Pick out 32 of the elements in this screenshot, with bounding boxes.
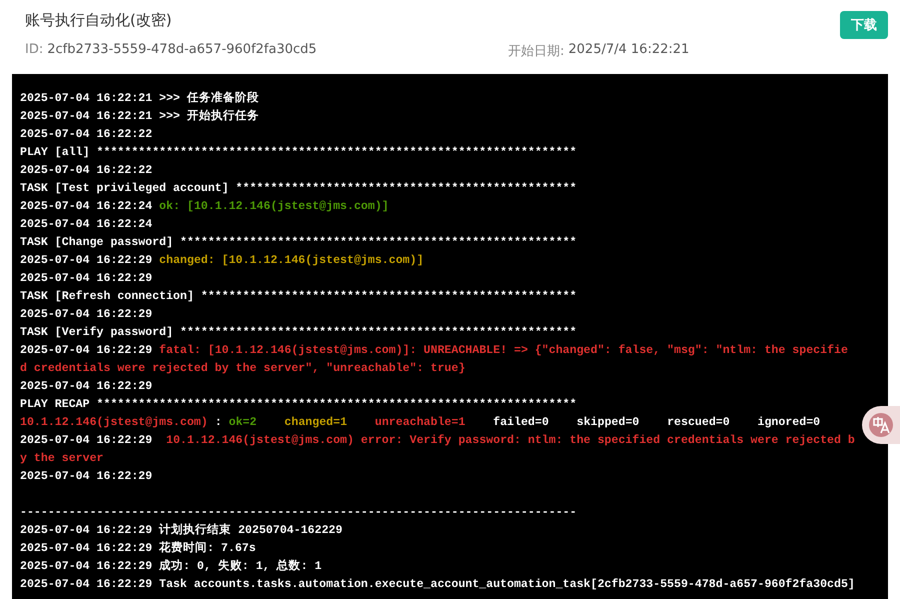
log-line: 2025-07-04 16:22:21 >>> 任务准备阶段 (20, 90, 260, 107)
log-line: 2025-07-04 16:22:29 (20, 271, 154, 287)
field-value: 2025/7/4 16:22:21 (568, 42, 690, 59)
log-line: 2025-07-04 16:22:29 计划执行结束 20250704-162229 (20, 522, 344, 539)
log-line: 10.1.12.146(jstest@jms.com) : ok=2 changed=1 unreachable=1 failed=0 skipped=0 rescued=0 ignored=0 (20, 415, 822, 431)
log-line: 2025-07-04 16:22:29 (20, 469, 154, 485)
log-line: 2025-07-04 16:22:21 >>> 开始执行任务 (20, 108, 260, 125)
log-line: PLAY [all] ********************************************************************* (20, 145, 578, 161)
log-line: 2025-07-04 16:22:24 ok: [10.1.12.146(jstest@jms.com)] (20, 199, 390, 215)
translate-icon[interactable] (862, 406, 900, 444)
log-line: 2025-07-04 16:22:29 Task accounts.tasks.automation.execute_account_automation_task[2cfb2733-5559-478d-a657-960f2fa30cd5] (20, 577, 855, 593)
log-line: 2025-07-04 16:22:22 (20, 163, 154, 179)
field-label: 开始日期: (508, 43, 564, 60)
field-value: 2cfb2733-5559-478d-a657-960f2fa30cd5 (47, 42, 317, 59)
log-line: 2025-07-04 16:22:24 (20, 217, 154, 233)
download-button[interactable]: 下载 (840, 11, 888, 39)
log-line: 2025-07-04 16:22:29 成功: 0, 失败: 1, 总数: 1 (20, 558, 323, 575)
log-line: 2025-07-04 16:22:29 (20, 379, 154, 395)
log-line: PLAY RECAP ********************************************************************* (20, 397, 578, 413)
log-line: 2025-07-04 16:22:29 10.1.12.146(jstest@jms.com) error: Verify password: ntlm: the specified credentials were rejected by the server (20, 433, 855, 467)
log-line: 2025-07-04 16:22:29 fatal: [10.1.12.146(jstest@jms.com)]: UNREACHABLE! => {"changed": false, "msg": "ntlm: the specified credentials were rejected by the server", "unreachable": true} (20, 343, 849, 377)
field-label: ID: (25, 42, 44, 59)
page-title: 账号执行自动化(改密) (25, 10, 172, 30)
log-line: TASK [Refresh connection] ****************************************************** (20, 289, 578, 305)
log-line: TASK [Test privileged account] ************************************************* (20, 181, 578, 197)
log-line: 2025-07-04 16:22:22 (20, 127, 154, 143)
log-line: 2025-07-04 16:22:29 花费时间: 7.67s (20, 540, 257, 557)
log-line: 2025-07-04 16:22:29 (20, 307, 154, 323)
log-line: 2025-07-04 16:22:29 changed: [10.1.12.146(jstest@jms.com)] (20, 253, 425, 269)
log-line: TASK [Verify password] ********************************************************* (20, 325, 578, 341)
log-line: TASK [Change password] ********************************************************* (20, 235, 578, 251)
log-line: -------------------------------------------------------------------------------- (20, 505, 578, 521)
